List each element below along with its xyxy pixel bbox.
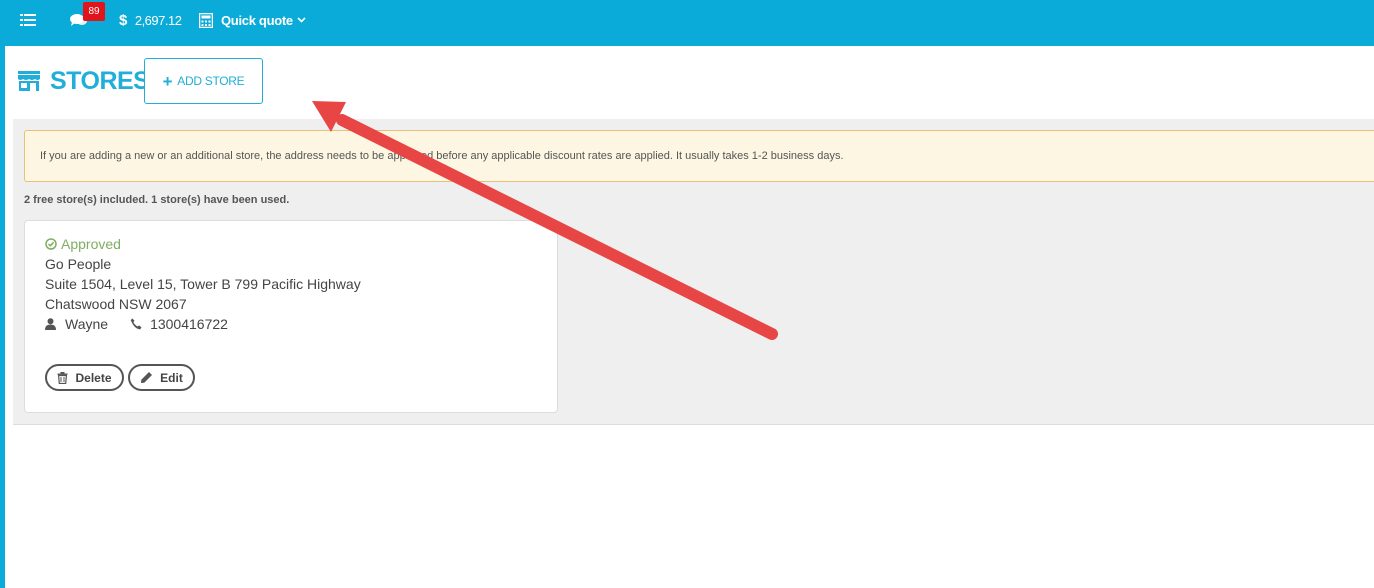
left-edge-strip [0, 0, 5, 588]
page-title: STORES [50, 66, 150, 95]
messages-count-badge: 89 [83, 2, 105, 21]
phone-icon [130, 318, 142, 330]
store-address-line1: Suite 1504, Level 15, Tower B 799 Pacifi… [45, 276, 361, 292]
store-address-line2: Chatswood NSW 2067 [45, 296, 187, 312]
add-store-button[interactable]: + ADD STORE [144, 58, 263, 104]
plus-icon: + [162, 71, 173, 91]
edit-store-button[interactable]: Edit [128, 364, 195, 391]
store-status: Approved [45, 236, 121, 252]
delete-store-button[interactable]: Delete [45, 364, 124, 391]
menu-list-icon [20, 14, 36, 26]
menu-toggle-button[interactable] [20, 0, 40, 40]
pencil-icon [141, 372, 153, 383]
delete-label: Delete [75, 370, 112, 385]
quick-quote-label: Quick quote [221, 12, 293, 28]
account-balance[interactable]: $ 2,697.12 [119, 0, 182, 40]
dollar-icon: $ [119, 11, 127, 29]
store-name: Go People [45, 256, 112, 272]
check-circle-icon [45, 238, 57, 250]
user-icon [45, 318, 56, 330]
approval-notice: If you are adding a new or an additional… [24, 130, 1374, 182]
calculator-icon [199, 12, 213, 28]
quick-quote-dropdown[interactable]: Quick quote [199, 0, 306, 40]
edit-label: Edit [160, 370, 183, 385]
trash-icon [57, 371, 68, 384]
top-navigation-bar: 89 $ 2,697.12 Quick quote [0, 0, 1374, 46]
store-status-label: Approved [61, 236, 121, 252]
balance-amount: 2,697.12 [134, 12, 182, 28]
approval-notice-text: If you are adding a new or an additional… [40, 150, 844, 162]
page-header: STORES [18, 58, 150, 104]
storefront-icon [18, 71, 40, 91]
store-card: Approved Go People Suite 1504, Level 15,… [24, 220, 558, 413]
add-store-label: ADD STORE [177, 74, 245, 88]
store-contact: Wayne 1300416722 [45, 316, 228, 332]
store-usage-summary: 2 free store(s) included. 1 store(s) hav… [24, 194, 290, 206]
chevron-down-icon [297, 17, 306, 23]
contact-name: Wayne [65, 316, 109, 332]
contact-phone: 1300416722 [150, 316, 228, 332]
